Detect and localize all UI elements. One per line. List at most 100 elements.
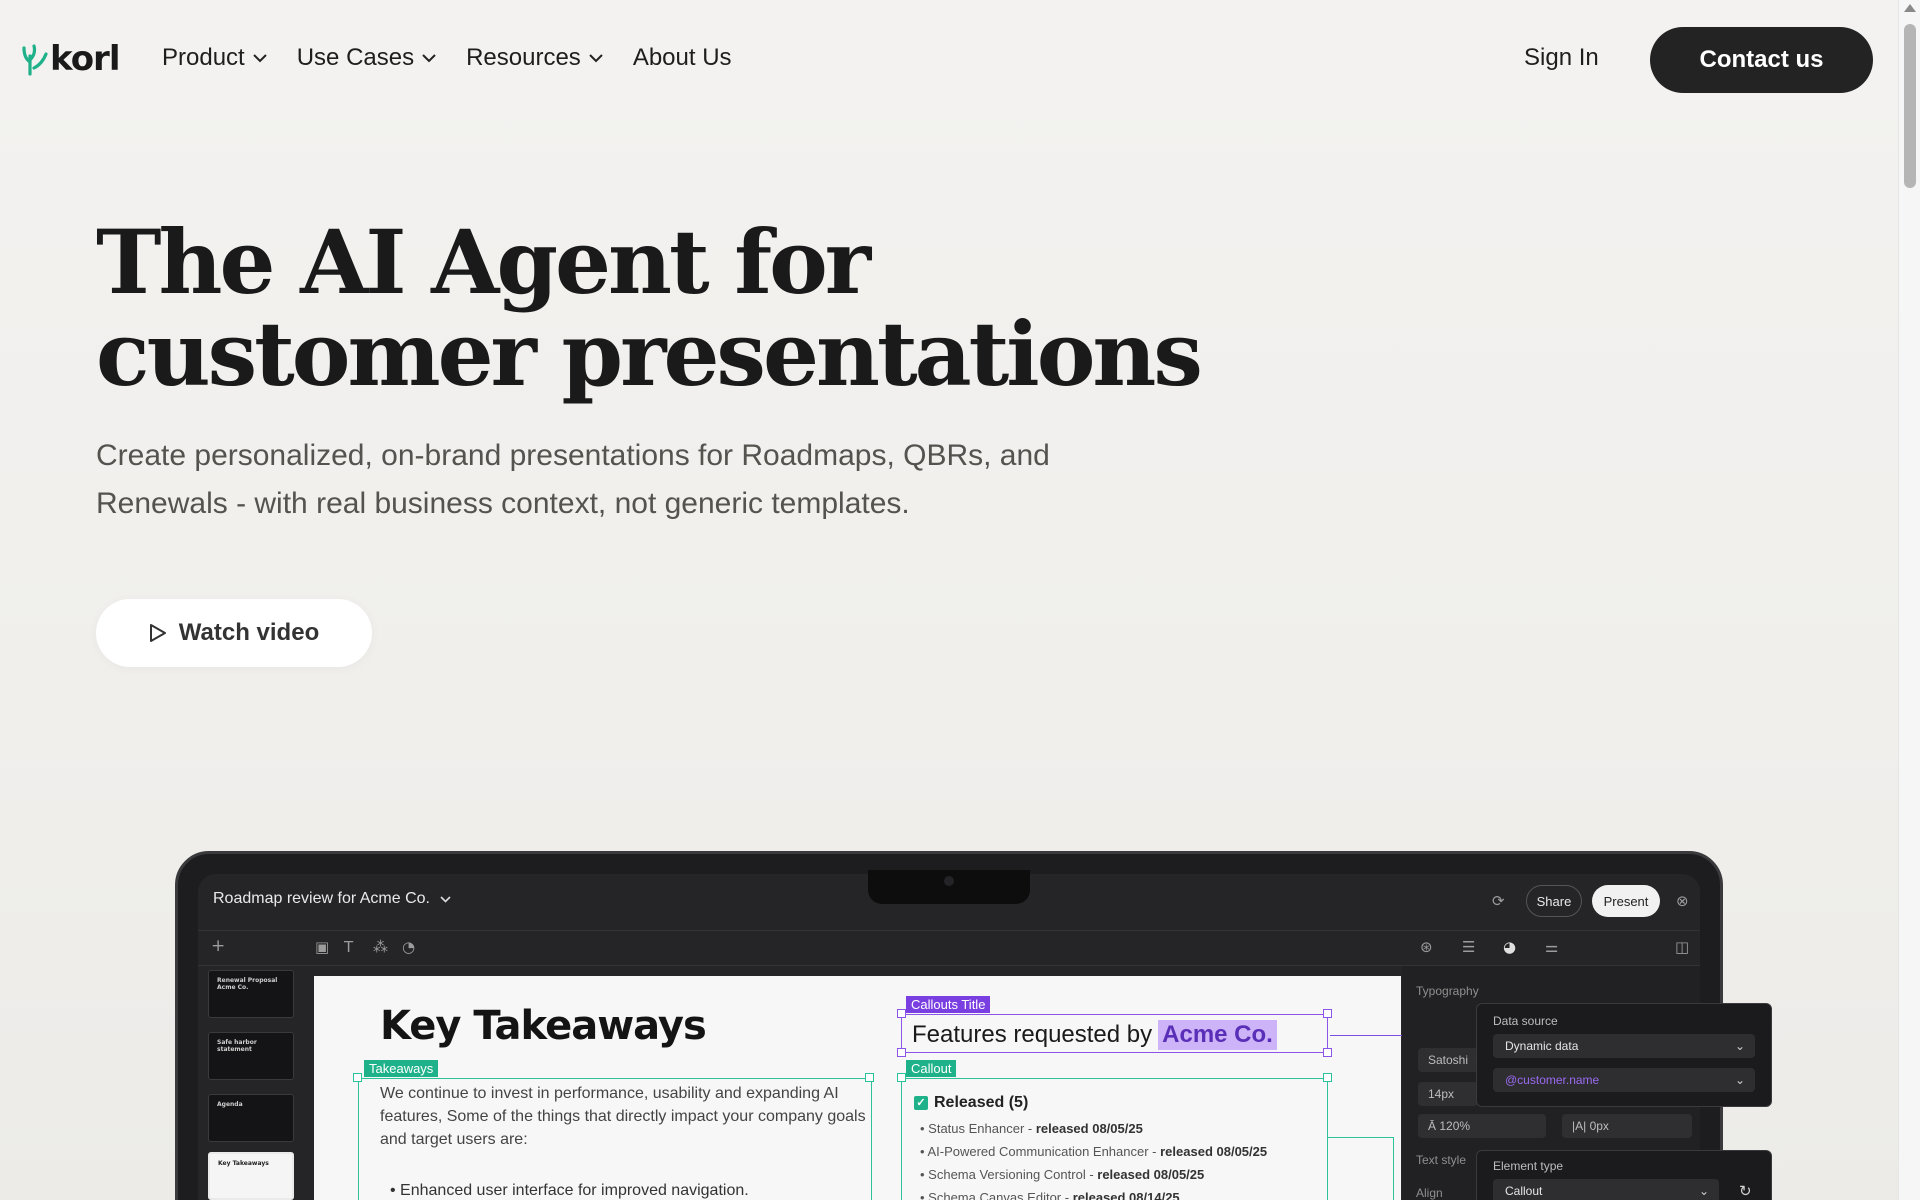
resize-handle[interactable] [1323,1009,1332,1018]
align-label: Align [1416,1186,1443,1200]
palette-icon[interactable]: ◕ [1503,939,1516,955]
contact-us-button[interactable]: Contact us [1650,27,1873,93]
image-icon[interactable]: ▣ [315,939,329,955]
panel-toggle-icon[interactable]: ◫ [1675,939,1689,955]
resize-handle[interactable] [865,1073,874,1082]
slide-thumbnail[interactable]: Safe harbor statement [208,1032,294,1080]
font-family-field[interactable]: Satoshi [1418,1048,1478,1072]
bullet-text: Enhanced user interface for improved nav… [400,1182,749,1199]
resize-handle[interactable] [897,1009,906,1018]
refresh-icon[interactable]: ⟳ [1492,893,1505,909]
chart-icon[interactable]: ◔ [402,939,415,955]
customer-name-variable[interactable]: Acme Co. [1158,1020,1277,1050]
released-list: • Status Enhancer - released 08/05/25 • … [920,1117,1267,1200]
nav-resources[interactable]: Resources [466,44,603,72]
list-icon[interactable]: ☰ [1462,939,1475,955]
list-item: • Status Enhancer - released 08/05/25 [920,1121,1143,1136]
hero-subtitle-line-1: Create personalized, on-brand presentati… [96,439,1050,472]
chevron-down-icon: ⌄ [1734,1073,1745,1087]
item-status: released 08/14/25 [1072,1190,1180,1200]
page: korl Product Use Cases Resources About U… [0,0,1898,1200]
callout-tag: Callout [906,1060,957,1077]
doc-title-label: Roadmap review for Acme Co. [213,890,430,907]
item-status: released 08/05/25 [1035,1121,1143,1136]
nav-about-us[interactable]: About Us [633,44,732,72]
letter-spacing-field[interactable]: |A| 0px [1562,1114,1692,1138]
resize-handle[interactable] [897,1048,906,1057]
data-source-select[interactable]: Dynamic data ⌄ [1493,1034,1755,1058]
share-button[interactable]: Share [1526,885,1582,917]
nav-product[interactable]: Product [162,44,267,72]
thumbnail-text: Agenda [217,1101,243,1108]
hero-title-line-2: customer presentations [96,302,1203,406]
nav-resources-label: Resources [466,44,581,71]
doc-title[interactable]: Roadmap review for Acme Co. [213,890,451,908]
letter-spacing-icon: |A| [1572,1119,1590,1133]
line-height-icon: Ā [1428,1119,1440,1133]
checkbox-checked-icon[interactable]: ✓ [914,1096,928,1110]
line-height-value: 120% [1439,1119,1471,1133]
sign-in-link[interactable]: Sign In [1524,44,1599,72]
logo-text: korl [50,39,120,79]
resize-handle[interactable] [1323,1073,1332,1082]
line-height-field[interactable]: Ā 120% [1418,1114,1546,1138]
callout-title[interactable]: Features requested by Acme Co. [912,1020,1277,1050]
variable-value: @customer.name [1505,1073,1600,1087]
chevron-down-icon [440,895,451,903]
page-scrollbar[interactable] [1898,0,1920,1200]
variable-select[interactable]: @customer.name ⌄ [1493,1068,1755,1092]
font-size-field[interactable]: 14px [1418,1082,1478,1106]
item-status: released 08/05/25 [1097,1167,1205,1182]
thumbnail-text: Renewal Proposal Acme Co. [217,977,278,991]
element-type-select[interactable]: Callout ⌄ [1493,1179,1719,1200]
scroll-up-arrow-icon[interactable] [1904,4,1916,12]
thumbnail-text: Safe harbor statement [217,1039,257,1053]
nav-use-cases-label: Use Cases [296,44,415,71]
reset-icon[interactable]: ↻ [1739,1183,1752,1199]
callout-title-text: Features requested by [912,1021,1153,1048]
takeaways-text[interactable]: We continue to invest in performance, us… [380,1082,870,1151]
hero-subtitle: Create personalized, on-brand presentati… [96,432,1176,528]
present-button[interactable]: Present [1592,885,1660,917]
hero-subtitle-line-2: Renewals - with real business context, n… [96,487,910,520]
chevron-down-icon: ⌄ [1698,1184,1709,1198]
nav-use-cases[interactable]: Use Cases [297,44,436,72]
scrollbar-thumb[interactable] [1904,24,1916,188]
close-circle-icon[interactable]: ⊗ [1676,893,1689,909]
hero-title: The AI Agent for customer presentations [96,216,1296,400]
slide-title[interactable]: Key Takeaways [380,1003,707,1049]
item-status: released 08/05/25 [1160,1144,1268,1159]
side-frame [1328,1137,1394,1200]
watch-video-label: Watch video [178,619,320,646]
resize-handle[interactable] [353,1073,362,1082]
data-source-popup: Data source Dynamic data ⌄ @customer.nam… [1476,1003,1772,1107]
typography-label: Typography [1416,984,1479,998]
takeaways-bullet: • Enhanced user interface for improved n… [390,1182,749,1199]
released-label: Released (5) [934,1094,1029,1111]
resize-handle[interactable] [897,1073,906,1082]
slide-thumbnail-active[interactable]: Key Takeaways [208,1152,294,1200]
resize-handle[interactable] [1323,1048,1332,1057]
slide-thumbnail[interactable]: Renewal Proposal Acme Co. [208,970,294,1018]
letter-spacing-value: 0px [1589,1119,1609,1133]
data-source-value: Dynamic data [1505,1039,1579,1053]
slide-thumbnail[interactable]: Agenda [208,1094,294,1142]
ai-icon[interactable]: ⊛ [1420,939,1433,955]
chevron-down-icon [589,53,603,62]
logo[interactable]: korl [22,39,120,79]
item-name: Status Enhancer - [928,1121,1036,1136]
text-icon[interactable]: T [344,939,353,955]
settings-sliders-icon[interactable]: ⚌ [1545,939,1558,955]
add-slide-icon[interactable]: + [211,938,225,955]
main-nav: Product Use Cases Resources About Us [162,44,732,72]
watch-video-button[interactable]: Watch video [96,599,372,667]
thumbnail-text: Key Takeaways [218,1160,269,1167]
camera-dot [944,876,954,886]
shapes-icon[interactable]: ⁂ [373,939,388,955]
chevron-down-icon: ⌄ [1734,1039,1745,1053]
nav-about-us-label: About Us [632,44,732,71]
element-type-popup: Element type Callout ⌄ ↻ [1476,1150,1772,1200]
nav-product-label: Product [162,44,245,71]
text-style-label: Text style [1416,1153,1467,1167]
list-item: • AI-Powered Communication Enhancer - re… [920,1144,1268,1159]
